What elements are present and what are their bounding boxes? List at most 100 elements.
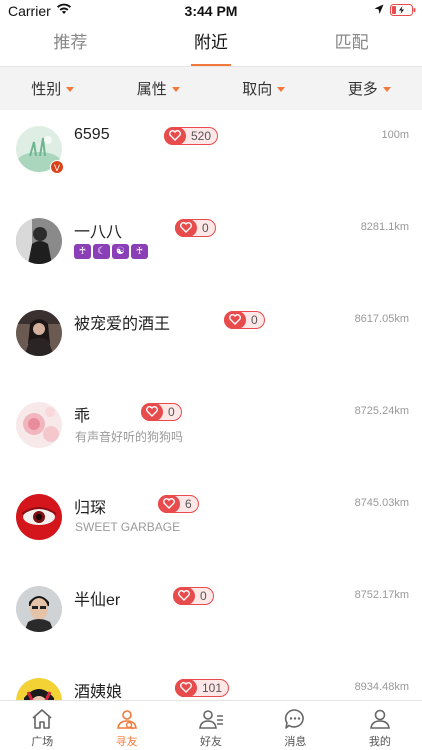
- friends-icon: [199, 710, 224, 729]
- filter-more-label: 更多: [347, 81, 378, 98]
- tag-badge: ♰: [131, 244, 148, 259]
- filter-bar: 性别 属性 取向 更多: [0, 66, 422, 110]
- profile-icon: [369, 709, 390, 729]
- distance: 8617.05km: [354, 313, 409, 325]
- user-name: 归琛: [74, 500, 107, 517]
- distance: 8752.17km: [354, 589, 409, 601]
- like-count: 0: [202, 221, 209, 235]
- user-name: 被宠爱的酒王: [74, 316, 171, 333]
- distance: 8725.24km: [354, 405, 409, 417]
- nav-profile[interactable]: 我的: [338, 701, 422, 750]
- heart-icon: [163, 498, 175, 509]
- user-name: 6595: [74, 126, 110, 143]
- avatar[interactable]: V: [16, 126, 64, 174]
- distance: 8281.1km: [360, 221, 409, 233]
- avatar-image: [16, 678, 62, 700]
- nav-square[interactable]: 广场: [0, 701, 84, 750]
- like-counter[interactable]: 0: [141, 402, 182, 421]
- heart-icon: [178, 590, 190, 601]
- nav-messages[interactable]: 消息: [253, 701, 337, 750]
- user-bio: 有声音好听的狗狗吗: [75, 430, 184, 444]
- nav-friends[interactable]: 好友: [169, 701, 253, 750]
- location-arrow-icon: [374, 4, 384, 14]
- clock: 3:44 PM: [184, 3, 238, 19]
- like-counter[interactable]: 520: [164, 126, 219, 145]
- distance: 8934.48km: [354, 681, 409, 693]
- avatar[interactable]: [16, 310, 62, 356]
- heart-icon: [169, 130, 181, 141]
- like-count: 0: [168, 405, 175, 419]
- like-counter[interactable]: 101: [175, 678, 230, 697]
- filter-attribute[interactable]: 属性: [106, 67, 212, 110]
- caret-down-icon: [171, 87, 180, 92]
- user-bio: SWEET GARBAGE: [75, 520, 181, 534]
- user-row[interactable]: V 6595 520 100m: [0, 110, 422, 202]
- like-counter[interactable]: 6: [158, 494, 199, 513]
- filter-gender-label: 性别: [31, 81, 62, 98]
- distance: 100m: [381, 129, 409, 141]
- heart-icon: [146, 406, 158, 417]
- caret-down-icon: [382, 87, 391, 92]
- user-row[interactable]: 归琛 6 8745.03km SWEET GARBAGE: [0, 478, 422, 570]
- avatar[interactable]: [16, 678, 62, 700]
- filter-more[interactable]: 更多: [317, 67, 422, 110]
- home-icon: [32, 709, 52, 729]
- like-count: 101: [202, 681, 223, 695]
- tab-match[interactable]: 匹配: [281, 22, 422, 66]
- find-friend-icon: [116, 710, 137, 730]
- user-row[interactable]: 乖 0 8725.24km 有声音好听的狗狗吗: [0, 386, 422, 478]
- avatar-image: [16, 218, 62, 264]
- user-row[interactable]: 酒姨娘 101 8934.48km: [0, 662, 422, 700]
- user-name: 一八八: [74, 224, 123, 241]
- avatar[interactable]: [16, 494, 62, 540]
- avatar[interactable]: [16, 402, 62, 448]
- like-counter[interactable]: 0: [175, 218, 216, 237]
- bottom-tab-bar: 广场 寻友 好友 消息 我的: [0, 700, 422, 750]
- filter-gender[interactable]: 性别: [0, 67, 106, 110]
- filter-orientation-label: 取向: [242, 81, 273, 98]
- like-count: 0: [251, 313, 258, 327]
- nav-find-friends[interactable]: 寻友: [84, 701, 168, 750]
- heart-icon: [180, 222, 192, 233]
- caret-down-icon: [66, 87, 75, 92]
- message-icon: [285, 709, 305, 729]
- tag-badge: ☾: [93, 244, 110, 259]
- top-tab-bar: 推荐 附近 匹配: [0, 22, 422, 66]
- like-counter[interactable]: 0: [173, 586, 214, 605]
- nav-messages-label: 消息: [284, 736, 307, 748]
- distance: 8745.03km: [354, 497, 409, 509]
- user-name: 半仙er: [74, 592, 121, 609]
- heart-icon: [229, 314, 241, 325]
- tab-nearby[interactable]: 附近: [141, 22, 282, 66]
- like-count: 520: [191, 129, 212, 143]
- tag-badge: ♰: [74, 244, 91, 259]
- like-count: 6: [185, 497, 192, 511]
- filter-orientation[interactable]: 取向: [211, 67, 317, 110]
- nav-friends-label: 好友: [200, 736, 223, 748]
- avatar[interactable]: [16, 218, 62, 264]
- user-row[interactable]: 一八八 0 8281.1km ♰ ☾ ☯ ♰: [0, 202, 422, 294]
- user-name: 酒姨娘: [74, 684, 123, 700]
- filter-attribute-label: 属性: [136, 81, 167, 98]
- battery-icon: [390, 4, 416, 16]
- nav-find-friends-label: 寻友: [115, 736, 138, 748]
- nearby-user-list[interactable]: V 6595 520 100m 一八八 0 8281.1km ♰ ☾ ☯ ♰ 被…: [0, 110, 422, 700]
- avatar[interactable]: [16, 586, 62, 632]
- caret-down-icon: [277, 87, 286, 92]
- heart-icon: [180, 682, 192, 693]
- tab-recommend[interactable]: 推荐: [0, 22, 141, 66]
- user-row[interactable]: 半仙er 0 8752.17km: [0, 570, 422, 662]
- verified-badge: V: [50, 160, 64, 174]
- nav-profile-label: 我的: [368, 736, 391, 748]
- tag-badge: ☯: [112, 244, 129, 259]
- user-name: 乖: [74, 408, 91, 425]
- avatar-image: [16, 310, 62, 356]
- like-counter[interactable]: 0: [224, 310, 265, 329]
- avatar-image: [16, 494, 62, 540]
- status-bar: Carrier 3:44 PM: [0, 0, 422, 22]
- avatar-image: [16, 586, 62, 632]
- tag-list: ♰ ☾ ☯ ♰: [74, 244, 148, 259]
- user-row[interactable]: 被宠爱的酒王 0 8617.05km: [0, 294, 422, 386]
- avatar-image: [16, 402, 62, 448]
- nav-square-label: 广场: [31, 736, 54, 748]
